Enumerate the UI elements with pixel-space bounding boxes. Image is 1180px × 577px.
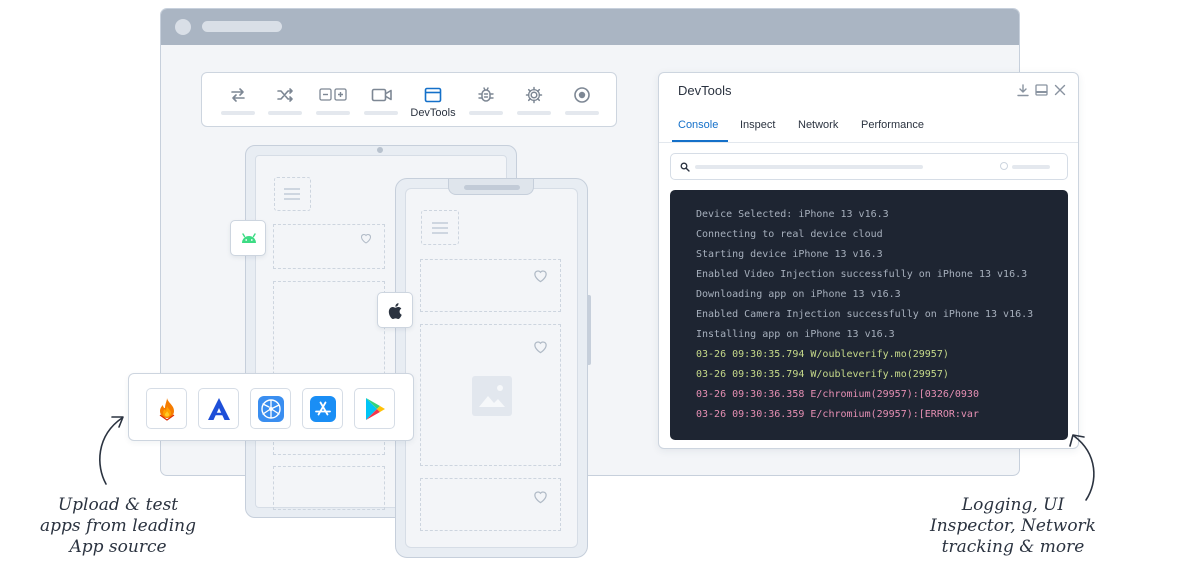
phone-card [420,478,561,531]
app-source-google-play[interactable] [354,388,395,429]
toolbar-label-placeholder [316,111,350,115]
console-log-line: Installing app on iPhone 13 v16.3 [696,329,895,340]
address-bar-placeholder[interactable] [202,21,282,32]
console-warning-line: 03-26 09:30:35.794 W/oubleverify.mo(2995… [696,369,949,380]
toolbar-devtools-label: DevTools [410,107,456,119]
android-badge[interactable] [230,220,266,256]
console-warning-line: 03-26 09:30:35.794 W/oubleverify.mo(2995… [696,349,949,360]
tab-performance[interactable]: Performance [861,119,924,131]
caption-line: apps from leading [40,516,196,536]
android-icon [242,233,256,243]
google-play-icon [366,398,385,420]
app-source-app-center[interactable] [198,388,239,429]
tab-console[interactable]: Console [678,119,718,131]
phone-card [420,259,561,312]
toolbar-label-placeholder [221,111,255,115]
active-tab-indicator [672,140,728,142]
caption-line: Logging, UI [961,495,1065,515]
heart-icon [360,234,372,244]
console-log-line: Downloading app on iPhone 13 v16.3 [696,289,901,300]
heart-icon [534,491,547,504]
zoom-icon [319,88,347,101]
devtools-panel: DevTools Console Inspect Network Perform… [658,72,1079,449]
record-icon [574,87,590,103]
toolbar-settings-button[interactable] [514,81,554,121]
testflight-icon [258,396,284,422]
filter-checkbox[interactable] [1000,162,1008,170]
app-source-testflight[interactable] [250,388,291,429]
app-center-icon [208,398,230,420]
window-control-dot[interactable] [175,19,191,35]
search-icon [680,162,690,172]
toolbar-transfer-button[interactable] [218,81,258,121]
console-log-line: Enabled Camera Injection successfully on… [696,309,1034,320]
app-source-firebase[interactable] [146,388,187,429]
firebase-icon [159,398,175,421]
app-source-app-store[interactable] [302,388,343,429]
toolbar-record-button[interactable] [562,81,602,121]
toolbar-zoom-button[interactable] [313,81,353,121]
console-output[interactable]: Device Selected: iPhone 13 v16.3 Connect… [670,190,1068,440]
caption-line: tracking & more [941,537,1085,557]
app-source-tray [128,373,414,441]
transfer-icon [231,88,245,102]
browser-title-bar [161,9,1019,45]
hamburger-icon [432,222,448,234]
close-icon[interactable] [1054,84,1066,96]
heart-icon [534,341,547,354]
tablet-camera [377,147,383,153]
caption-line: Inspector, Network [930,516,1096,536]
console-log-line: Connecting to real device cloud [696,229,883,240]
devtools-tab-bar: Console Inspect Network Performance [659,107,1078,143]
video-camera-icon [371,88,392,102]
caption-line: Upload & test [57,495,179,515]
tablet-card [273,466,385,510]
tablet-menu-placeholder [274,177,311,211]
image-placeholder-icon [472,376,512,416]
console-error-line: 03-26 09:30:36.359 E/chromium(29957):[ER… [696,409,979,420]
toolbar-label-placeholder [364,111,398,115]
toolbar-label-placeholder [517,111,551,115]
logging-caption: Logging, UI Inspector, Network tracking … [918,495,1108,558]
toolbar-shuffle-button[interactable] [265,81,305,121]
dock-icon[interactable] [1035,84,1048,96]
toolbar-debug-button[interactable] [466,81,506,121]
tablet-card [273,224,385,269]
console-search-input[interactable] [670,153,1068,180]
toolbar-label-placeholder [268,111,302,115]
phone-card [420,324,561,466]
curved-arrow-icon [99,416,124,485]
tab-inspect[interactable]: Inspect [740,119,775,131]
console-log-line: Device Selected: iPhone 13 v16.3 [696,209,889,220]
shuffle-icon [277,88,293,102]
hamburger-icon [284,188,300,200]
download-icon[interactable] [1017,84,1029,97]
curved-arrow-icon [1069,434,1095,501]
console-log-line: Enabled Video Injection successfully on … [696,269,1028,280]
devtools-title: DevTools [678,83,732,98]
device-toolbar: DevTools [201,72,617,127]
phone-menu-placeholder [421,210,459,245]
toolbar-devtools-button[interactable]: DevTools [410,81,456,121]
toolbar-video-button[interactable] [361,81,401,121]
upload-caption: Upload & test apps from leading App sour… [28,495,208,558]
bug-icon [478,87,494,102]
apple-badge[interactable] [377,292,413,328]
apple-icon [388,303,402,319]
phone-speaker [464,185,520,190]
app-store-icon [310,396,336,422]
toolbar-label-placeholder [565,111,599,115]
caption-line: App source [69,537,167,557]
devtools-window-icon [424,87,442,103]
toolbar-label-placeholder [469,111,503,115]
filter-label-placeholder [1012,165,1050,169]
console-error-line: 03-26 09:30:36.358 E/chromium(29957):[03… [696,389,979,400]
gear-icon [525,86,543,104]
heart-icon [534,270,547,283]
search-placeholder-bar [695,165,923,169]
console-log-line: Starting device iPhone 13 v16.3 [696,249,883,260]
tab-network[interactable]: Network [798,119,838,131]
phone-side-button [588,295,591,365]
